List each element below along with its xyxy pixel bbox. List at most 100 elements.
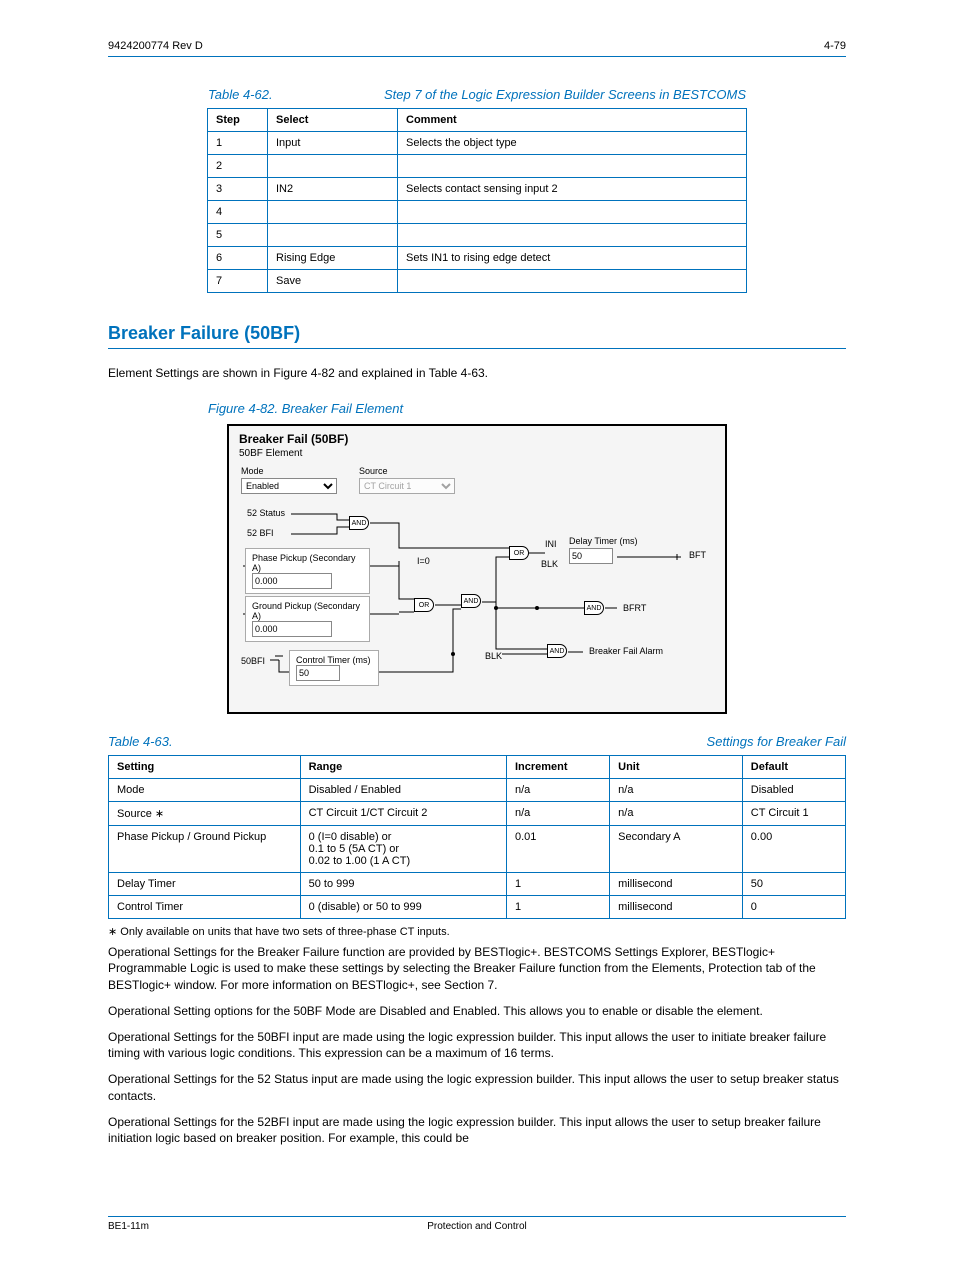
table-cell: Disabled / Enabled [300, 779, 506, 802]
table-cell: 0 (I=0 disable) or 0.1 to 5 (5A CT) or 0… [300, 826, 506, 873]
table-cell: 1 [208, 132, 268, 155]
mode-label: Mode [241, 466, 264, 476]
source-label: Source [359, 466, 388, 476]
phase-pickup-box: Phase Pickup (Secondary A) [245, 548, 370, 594]
t2-number: Table 4-63. [108, 734, 173, 749]
intro-paragraph: Element Settings are shown in Figure 4-8… [108, 365, 846, 381]
table-cell: Sets IN1 to rising edge detect [398, 247, 747, 270]
table-cell: n/a [506, 779, 609, 802]
table-cell: Source ∗ [109, 802, 301, 826]
table-cell: n/a [610, 802, 743, 826]
header-divider [108, 56, 846, 57]
table-cell [268, 224, 398, 247]
t2-h0: Setting [109, 756, 301, 779]
table-cell: millisecond [610, 896, 743, 919]
bfi-50-label: 50BFI [241, 656, 265, 666]
header-left: 9424200774 Rev D [108, 40, 203, 52]
table-cell: 0.01 [506, 826, 609, 873]
footer-center: Protection and Control [354, 1221, 600, 1232]
t1-number: Table 4-62. [208, 87, 273, 102]
table-cell: 2 [208, 155, 268, 178]
ground-pickup-input[interactable] [252, 621, 332, 637]
footer-divider [108, 1216, 846, 1217]
section-title: Breaker Failure (50BF) [108, 323, 846, 344]
status-52-label: 52 Status [247, 508, 285, 518]
table-row: 2 [208, 155, 747, 178]
control-timer-box: Control Timer (ms) [289, 650, 379, 686]
op-para-2: Operational Setting options for the 50BF… [108, 1003, 846, 1019]
t1-h2: Comment [398, 109, 747, 132]
table-cell: 6 [208, 247, 268, 270]
t1-caption: Step 7 of the Logic Expression Builder S… [384, 87, 746, 102]
table-cell: Phase Pickup / Ground Pickup [109, 826, 301, 873]
and-gate-2: AND [461, 594, 481, 608]
ground-pickup-box: Ground Pickup (Secondary A) [245, 596, 370, 642]
header-right: 4-79 [824, 40, 846, 52]
footer-right [600, 1221, 846, 1232]
table-cell: Secondary A [610, 826, 743, 873]
table-cell: Mode [109, 779, 301, 802]
phase-pickup-label: Phase Pickup (Secondary A) [252, 553, 363, 573]
table-row: 5 [208, 224, 747, 247]
and-gate-4: AND [547, 644, 567, 658]
bfi-52-label: 52 BFI [247, 528, 274, 538]
table-cell: Save [268, 270, 398, 293]
table-cell: Selects contact sensing input 2 [398, 178, 747, 201]
table-cell [268, 155, 398, 178]
t1-h0: Step [208, 109, 268, 132]
op-para-5: Operational Settings for the 52BFI input… [108, 1114, 846, 1146]
bfa-label: Breaker Fail Alarm [589, 646, 663, 656]
table-row: Source ∗CT Circuit 1/CT Circuit 2n/an/aC… [109, 802, 846, 826]
op-para-3: Operational Settings for the 50BFI input… [108, 1029, 846, 1061]
table-cell: 7 [208, 270, 268, 293]
table-cell: Selects the object type [398, 132, 747, 155]
table-cell [398, 201, 747, 224]
table-cell: 1 [506, 896, 609, 919]
table-cell: Disabled [742, 779, 845, 802]
table-cell: n/a [506, 802, 609, 826]
or-gate-2: OR [509, 546, 529, 560]
panel-subtitle: 50BF Element [229, 448, 725, 459]
table-cell: Control Timer [109, 896, 301, 919]
delay-timer-label: Delay Timer (ms) [569, 536, 638, 546]
table-cell: n/a [610, 779, 743, 802]
section-divider [108, 348, 846, 349]
mode-select[interactable]: Enabled [241, 478, 337, 494]
t2-h3: Unit [610, 756, 743, 779]
ground-pickup-label: Ground Pickup (Secondary A) [252, 601, 363, 621]
table-cell: Delay Timer [109, 873, 301, 896]
table-cell: 0.00 [742, 826, 845, 873]
table-cell: 50 [742, 873, 845, 896]
table-cell: Input [268, 132, 398, 155]
table-cell: 50 to 999 [300, 873, 506, 896]
table-row: 6Rising EdgeSets IN1 to rising edge dete… [208, 247, 747, 270]
t2-h2: Increment [506, 756, 609, 779]
blk2-label: BLK [485, 651, 502, 661]
bfrt-label: BFRT [623, 603, 646, 613]
table-row: Delay Timer50 to 9991millisecond50 [109, 873, 846, 896]
control-timer-input[interactable] [296, 665, 340, 681]
table-cell: IN2 [268, 178, 398, 201]
table-cell: 3 [208, 178, 268, 201]
table-row: ModeDisabled / Enabledn/an/aDisabled [109, 779, 846, 802]
table-cell: millisecond [610, 873, 743, 896]
table-row: Phase Pickup / Ground Pickup0 (I=0 disab… [109, 826, 846, 873]
or-gate-1: OR [414, 598, 434, 612]
table-cell: 5 [208, 224, 268, 247]
table-row: 4 [208, 201, 747, 224]
t2-h1: Range [300, 756, 506, 779]
delay-timer-input[interactable] [569, 548, 613, 564]
phase-pickup-input[interactable] [252, 573, 332, 589]
control-timer-label: Control Timer (ms) [296, 655, 372, 665]
table-cell [268, 201, 398, 224]
t2-h4: Default [742, 756, 845, 779]
table-cell: 1 [506, 873, 609, 896]
figure-panel: Breaker Fail (50BF) 50BF Element Mode En… [227, 424, 727, 714]
table-cell: 4 [208, 201, 268, 224]
op-para-1: Operational Settings for the Breaker Fai… [108, 944, 846, 993]
and-gate-3: AND [584, 601, 604, 615]
source-select[interactable]: CT Circuit 1 [359, 478, 455, 494]
table-cell [398, 155, 747, 178]
and-gate-1: AND [349, 516, 369, 530]
table-cell: CT Circuit 1 [742, 802, 845, 826]
